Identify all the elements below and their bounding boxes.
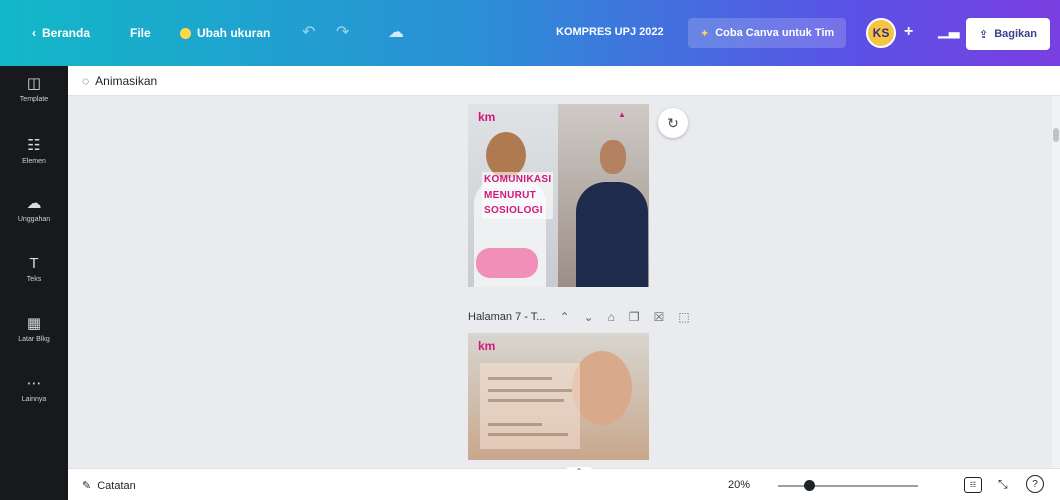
star-icon: ✦	[700, 27, 710, 40]
crown-icon	[180, 27, 191, 39]
fullscreen-icon[interactable]: ⤡	[998, 477, 1008, 492]
sidebar-item-label: Teks	[26, 276, 42, 283]
context-toolbar: ◌ Animasikan	[68, 66, 1060, 96]
text-line	[488, 399, 564, 402]
vertical-scrollbar[interactable]	[1052, 96, 1060, 468]
animate-icon: ◌	[82, 74, 90, 88]
background-icon: ▦	[26, 315, 42, 332]
page-controls: Halaman 7 - T... ⌃ ⌄ ⌂ ❐ ☒ ⬚	[468, 310, 690, 324]
text-line	[488, 423, 542, 426]
sidebar-item-more[interactable]: ⋯ Lainnya	[0, 376, 68, 403]
zoom-value[interactable]: 20%	[728, 479, 750, 491]
refresh-icon[interactable]: ↻	[658, 108, 688, 138]
share-icon: ⇪	[978, 28, 989, 41]
trash-icon[interactable]: ☒	[654, 310, 665, 324]
left-sidebar: ◫ Template ☷ Elemen ☁ Unggahan T Teks ▦ …	[0, 66, 68, 500]
zoom-slider-knob[interactable]	[804, 480, 815, 491]
upload-icon: ☁	[26, 195, 42, 212]
text-line	[488, 389, 572, 392]
try-canva-teams-button[interactable]: ✦ Coba Canva untuk Tim	[688, 18, 847, 48]
photo-man	[576, 182, 648, 287]
sidebar-item-label: Template	[19, 96, 49, 103]
text-icon: T	[29, 255, 39, 272]
resize-button[interactable]: Ubah ukuran	[180, 26, 270, 40]
text-line	[488, 433, 568, 436]
design-canvas: km ▲ KOMUNIKASI MENURUT SOSIOLOGI ↻ Hala…	[68, 96, 1052, 468]
undo-icon[interactable]: ↶	[302, 22, 315, 42]
notes-icon: ✎	[82, 480, 92, 492]
upj-logo: ▲	[618, 110, 626, 119]
photo-man-head	[600, 140, 626, 174]
chevron-up-icon[interactable]: ⌃	[559, 310, 569, 324]
home-button[interactable]: ‹ Beranda	[32, 26, 90, 40]
add-page-icon[interactable]: ⬚	[678, 310, 689, 324]
document-title[interactable]: KOMPRES UPJ 2022	[556, 26, 664, 38]
km-logo: km	[478, 110, 496, 124]
lock-icon[interactable]: ⌂	[608, 310, 615, 324]
file-label: File	[130, 26, 151, 40]
page-title-input[interactable]: Halaman 7 - T...	[468, 311, 545, 323]
duplicate-icon[interactable]: ❐	[629, 310, 640, 324]
share-label: Bagikan	[994, 28, 1037, 40]
design-page-6[interactable]: km ▲ KOMUNIKASI MENURUT SOSIOLOGI	[468, 104, 649, 287]
animate-label: Animasikan	[95, 74, 158, 88]
title-line: KOMUNIKASI	[482, 172, 554, 188]
resize-label: Ubah ukuran	[197, 26, 271, 40]
photo-face	[572, 351, 632, 425]
sidebar-item-label: Elemen	[22, 158, 46, 165]
scroll-thumb[interactable]	[1053, 128, 1059, 142]
notes-label: Catatan	[97, 479, 136, 492]
animate-button[interactable]: ◌ Animasikan	[82, 74, 157, 88]
file-menu[interactable]: File	[130, 26, 151, 40]
elements-icon: ☷	[27, 137, 41, 154]
notes-button[interactable]: ✎ Catatan	[82, 479, 136, 493]
text-box	[480, 363, 580, 449]
home-label: Beranda	[42, 26, 91, 40]
insights-icon[interactable]: ▁▃	[938, 22, 960, 39]
text-line	[488, 377, 552, 380]
title-line: SOSIOLOGI	[482, 203, 554, 219]
pink-shape	[476, 248, 538, 278]
design-page-7[interactable]: km	[468, 333, 649, 460]
avatar[interactable]: KS	[866, 18, 896, 48]
top-bar: ‹ Beranda File Ubah ukuran ↶ ↷ ☁ KOMPRES…	[0, 0, 1060, 66]
sidebar-item-label: Lainnya	[21, 396, 47, 403]
try-label: Coba Canva untuk Tim	[715, 27, 835, 39]
page-grid-icon[interactable]: ☷	[964, 477, 982, 493]
template-icon: ◫	[26, 75, 42, 92]
chevron-up-icon[interactable]: ⌃	[564, 467, 594, 477]
add-member-icon[interactable]: +	[904, 23, 913, 41]
cloud-save-icon[interactable]: ☁	[388, 22, 404, 42]
sidebar-item-elements[interactable]: ☷ Elemen	[0, 138, 68, 165]
km-logo: km	[478, 339, 496, 353]
help-icon[interactable]: ?	[1026, 475, 1044, 493]
share-button[interactable]: ⇪ Bagikan	[966, 18, 1050, 50]
bottom-bar: ⌃ ✎ Catatan 20% ☷ ⤡ ?	[68, 467, 1060, 500]
redo-icon[interactable]: ↷	[336, 22, 349, 42]
more-icon: ⋯	[26, 375, 42, 392]
title-line: MENURUT	[482, 187, 554, 203]
sidebar-item-background[interactable]: ▦ Latar Blkg	[0, 316, 68, 343]
sidebar-item-template[interactable]: ◫ Template	[0, 76, 68, 103]
sidebar-item-text[interactable]: T Teks	[0, 256, 68, 283]
sidebar-item-label: Unggahan	[17, 216, 51, 223]
chevron-left-icon: ‹	[32, 26, 36, 40]
sidebar-item-label: Latar Blkg	[18, 336, 50, 343]
design-title: KOMUNIKASI MENURUT SOSIOLOGI	[482, 172, 554, 219]
sidebar-item-uploads[interactable]: ☁ Unggahan	[0, 196, 68, 223]
zoom-slider[interactable]	[778, 480, 918, 491]
chevron-down-icon[interactable]: ⌄	[584, 310, 594, 324]
